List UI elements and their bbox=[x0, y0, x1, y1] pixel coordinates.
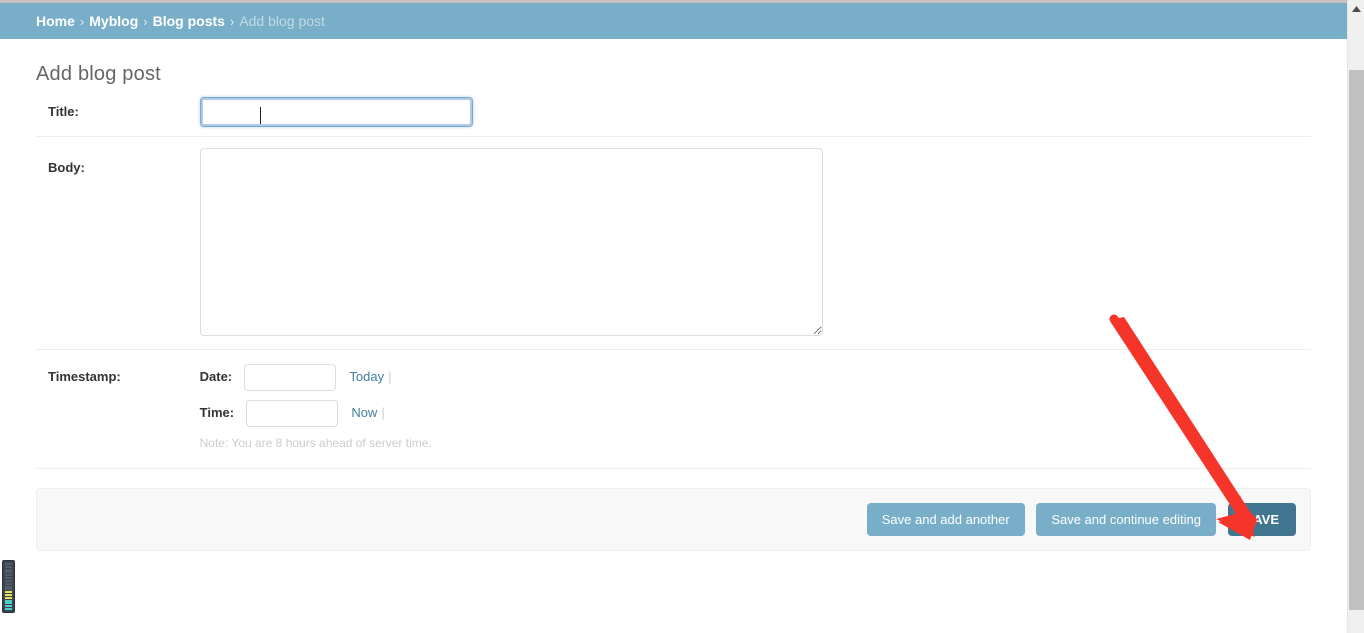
title-label: Title: bbox=[48, 104, 79, 119]
timestamp-label: Timestamp: bbox=[48, 369, 121, 384]
level-meter-segment bbox=[5, 579, 12, 582]
breadcrumb: Home › Myblog › Blog posts › Add blog po… bbox=[0, 3, 1347, 39]
time-label: Time: bbox=[199, 404, 235, 420]
main-content: Add blog post Title: Body: Timestamp: Da… bbox=[0, 39, 1347, 633]
form-row-body: Body: bbox=[36, 137, 1311, 350]
breadcrumb-separator: › bbox=[229, 13, 235, 29]
add-blog-post-form: Title: Body: Timestamp: Date: Today | Ti… bbox=[0, 86, 1347, 551]
time-line: Time: Now | bbox=[200, 400, 432, 427]
title-input[interactable] bbox=[199, 97, 473, 127]
form-fieldset: Title: Body: Timestamp: Date: Today | Ti… bbox=[36, 86, 1311, 469]
level-meter-segment bbox=[5, 599, 12, 602]
level-meter-segment bbox=[5, 574, 12, 577]
level-meter-segment bbox=[5, 568, 12, 571]
title-field-box bbox=[199, 86, 473, 127]
date-pipe: | bbox=[388, 368, 392, 384]
breadcrumb-item-myblog[interactable]: Myblog bbox=[89, 13, 138, 29]
vertical-scrollbar[interactable] bbox=[1347, 0, 1364, 633]
audio-level-meter bbox=[2, 560, 15, 613]
text-caret bbox=[260, 107, 261, 124]
level-meter-segment bbox=[5, 565, 12, 568]
level-meter-segment bbox=[5, 585, 12, 588]
time-now-link[interactable]: Now bbox=[351, 405, 377, 420]
level-meter-segment bbox=[5, 577, 12, 580]
submit-row: Save and add another Save and continue e… bbox=[36, 488, 1311, 551]
scroll-up-caret-up-icon[interactable] bbox=[1348, 0, 1364, 17]
level-meter-segment bbox=[5, 605, 12, 608]
form-row-timestamp: Timestamp: Date: Today | Time: Now | Note:… bbox=[36, 350, 1311, 469]
breadcrumb-separator: › bbox=[143, 13, 148, 29]
date-today-link[interactable]: Today bbox=[349, 369, 384, 384]
breadcrumb-item-current: Add blog post bbox=[239, 13, 325, 29]
level-meter-segment bbox=[5, 571, 12, 574]
level-meter-segment bbox=[5, 608, 12, 610]
save-and-add-another-button[interactable]: Save and add another bbox=[866, 503, 1025, 536]
level-meter-segment bbox=[5, 596, 12, 599]
level-meter-segment bbox=[5, 563, 12, 565]
body-label: Body: bbox=[48, 160, 85, 175]
level-meter-segment bbox=[5, 602, 12, 605]
time-input[interactable] bbox=[245, 400, 338, 427]
scrollbar-thumb[interactable] bbox=[1349, 70, 1364, 610]
body-field-box bbox=[199, 137, 823, 339]
level-meter-segment bbox=[5, 588, 12, 591]
date-label: Date: bbox=[199, 368, 233, 384]
timestamp-note: Note: You are 8 hours ahead of server ti… bbox=[199, 436, 432, 450]
page-title: Add blog post bbox=[36, 63, 161, 85]
breadcrumb-separator: › bbox=[79, 13, 85, 29]
level-meter-segment bbox=[5, 593, 12, 596]
level-meter-segment bbox=[5, 582, 12, 585]
save-and-continue-editing-button[interactable]: Save and continue editing bbox=[1036, 503, 1216, 536]
save-button[interactable]: SAVE bbox=[1227, 503, 1296, 536]
timestamp-field-box: Date: Today | Time: Now | Note: You are 8 … bbox=[200, 364, 432, 450]
breadcrumb-item-home[interactable]: Home bbox=[36, 13, 75, 29]
date-input[interactable] bbox=[243, 364, 336, 391]
level-meter-segment bbox=[5, 591, 12, 594]
breadcrumb-item-blog-posts[interactable]: Blog posts bbox=[153, 13, 225, 29]
time-pipe: | bbox=[381, 404, 385, 420]
body-textarea[interactable] bbox=[199, 148, 823, 336]
form-row-title: Title: bbox=[36, 86, 1311, 137]
date-line: Date: Today | bbox=[200, 364, 432, 391]
